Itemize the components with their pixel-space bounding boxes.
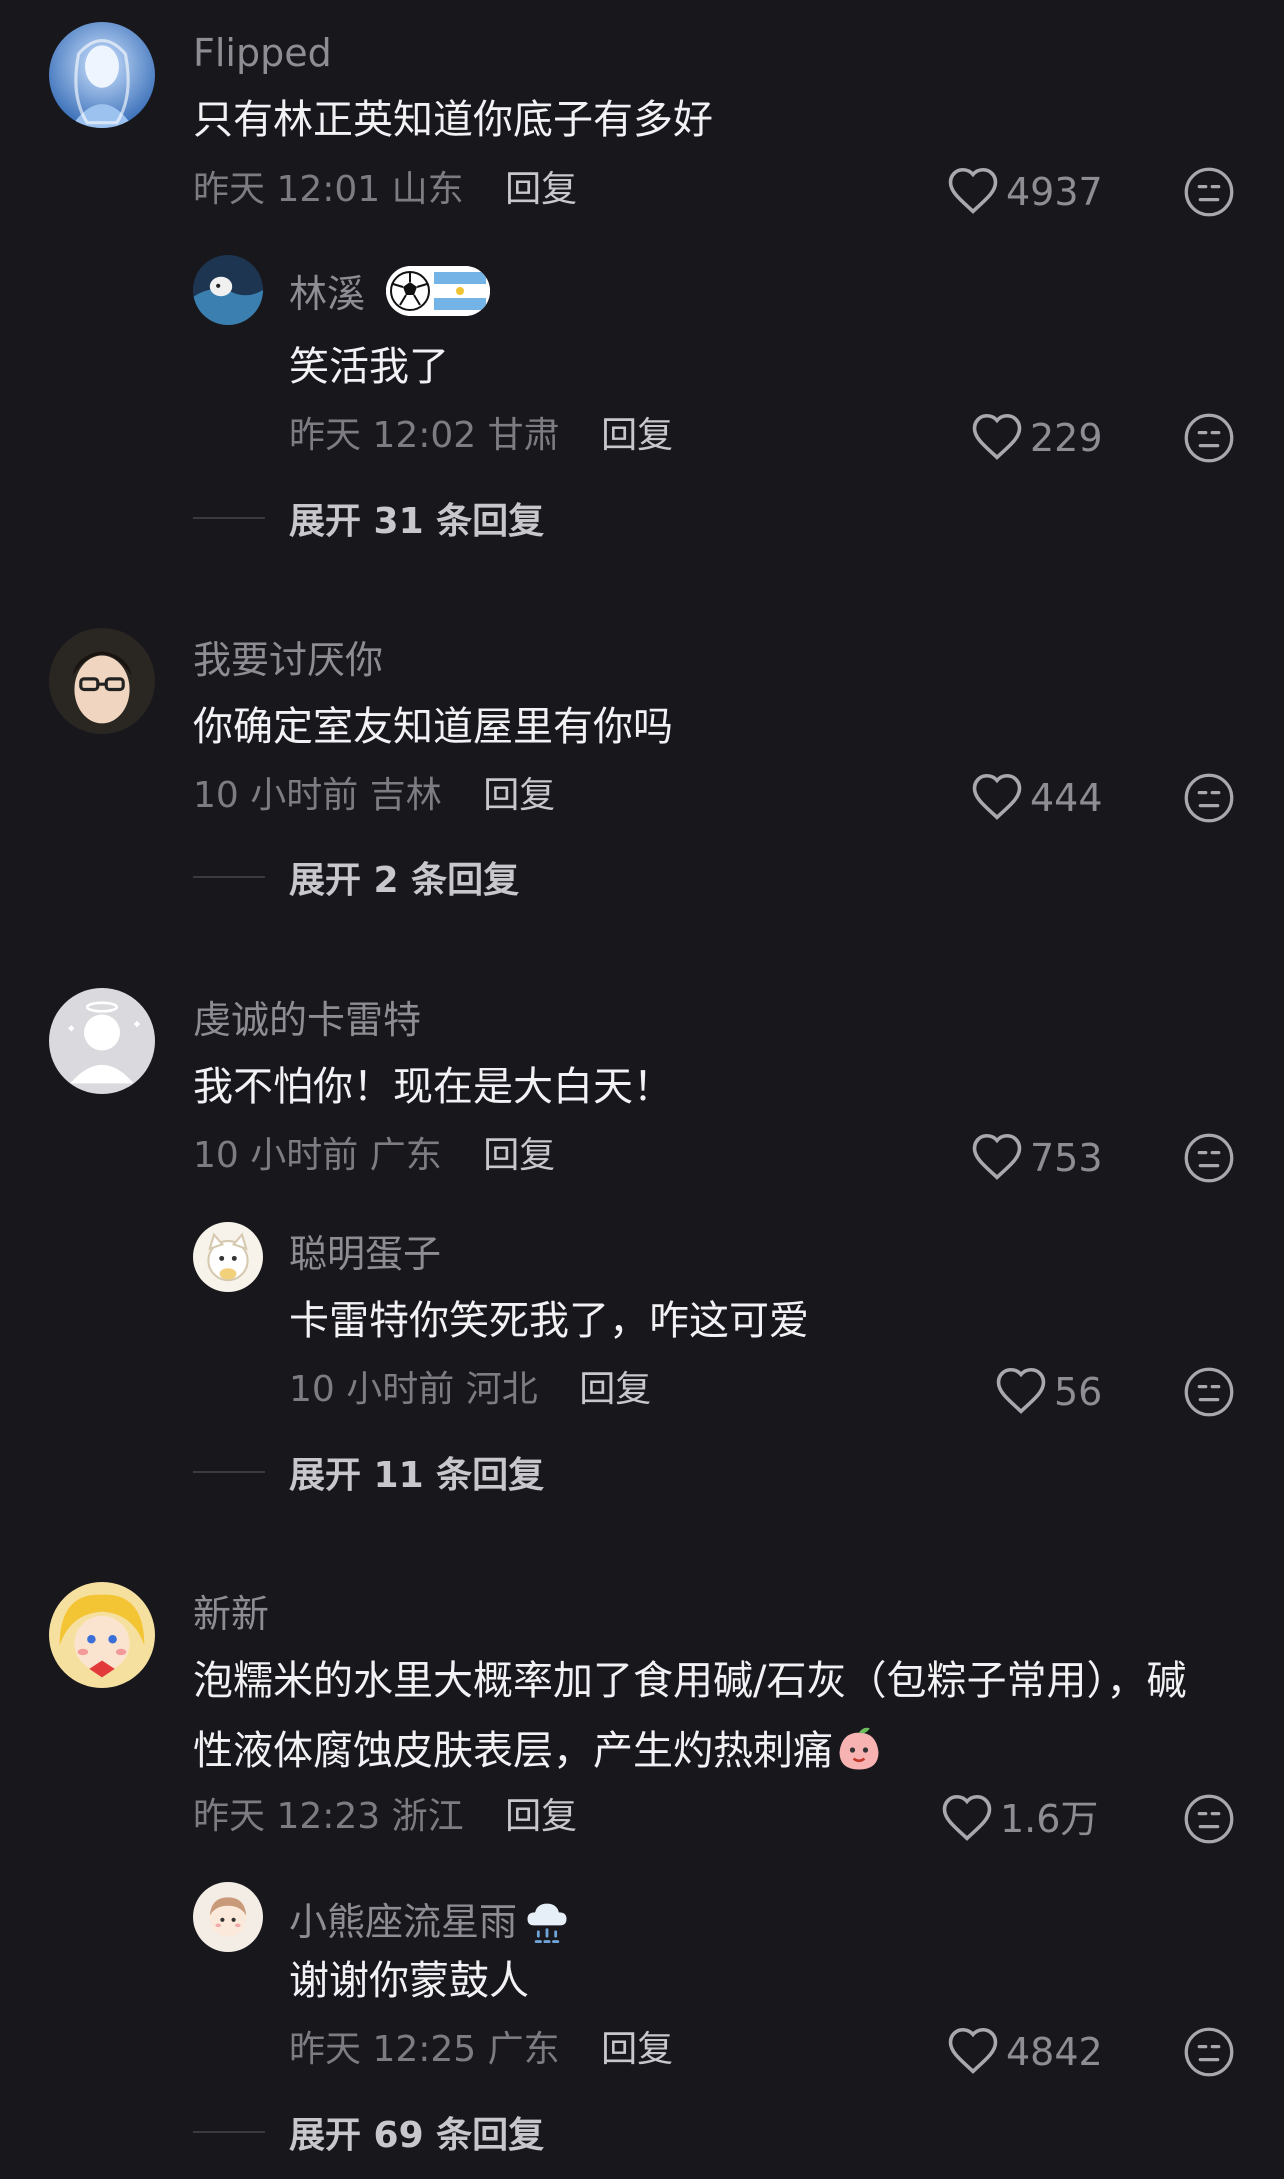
timestamp: 昨天 12:01	[193, 169, 381, 210]
comment-text-line: 性液体腐蚀皮肤表层，产生灼热刺痛	[193, 1716, 1186, 1786]
reply-button[interactable]: 回复	[483, 775, 555, 816]
like-button[interactable]: 56	[994, 1364, 1102, 1420]
comment-meta: 昨天 12:23 浙江 回复	[193, 1799, 577, 1835]
reply-button[interactable]: 回复	[601, 415, 673, 456]
location: 河北	[465, 1369, 538, 1410]
reply-username[interactable]: 林溪	[289, 275, 365, 313]
location: 广东	[487, 2029, 560, 2070]
like-count: 444	[1030, 776, 1103, 820]
expand-label: 展开 11 条回复	[289, 1455, 545, 1496]
location: 甘肃	[487, 415, 560, 456]
heart-outline-icon	[946, 165, 1000, 219]
like-button[interactable]: 1.6万	[940, 1791, 1098, 1847]
reply-meta: 昨天 12:02 甘肃 回复	[289, 418, 673, 454]
divider	[193, 1471, 265, 1473]
meh-face-icon[interactable]	[1183, 1793, 1235, 1845]
timestamp: 昨天 12:02	[289, 415, 477, 456]
reply-button[interactable]: 回复	[483, 1135, 555, 1176]
reply-meta: 昨天 12:25 广东 回复	[289, 2032, 673, 2068]
comment-meta: 10 小时前 广东 回复	[193, 1138, 555, 1174]
like-button[interactable]: 229	[970, 410, 1103, 466]
comment-text: 你确定室友知道屋里有你吗	[193, 704, 673, 750]
timestamp: 10 小时前	[193, 1135, 359, 1176]
expand-label: 展开 2 条回复	[289, 860, 520, 901]
location: 吉林	[369, 775, 442, 816]
heart-outline-icon	[970, 771, 1024, 825]
meh-face-icon[interactable]	[1183, 1132, 1235, 1184]
reply-avatar[interactable]	[193, 255, 263, 325]
snow-cloud-emoji	[521, 1895, 573, 1947]
heart-outline-icon	[970, 1131, 1024, 1185]
timestamp: 昨天 12:23	[193, 1796, 381, 1837]
peach-face-emoji	[833, 1724, 885, 1776]
expand-replies-button[interactable]: 展开 69 条回复	[193, 2112, 544, 2156]
reply-text: 卡雷特你笑死我了，咋这可爱	[289, 1298, 809, 1344]
comment-text: 只有林正英知道你底子有多好	[193, 97, 713, 143]
reply-meta: 10 小时前 河北 回复	[289, 1372, 651, 1408]
reply-text: 谢谢你蒙鼓人	[289, 1958, 529, 2004]
like-count: 4937	[1006, 170, 1103, 214]
avatar[interactable]	[49, 1582, 155, 1688]
location: 广东	[369, 1135, 442, 1176]
divider	[193, 876, 265, 878]
expand-replies-button[interactable]: 展开 31 条回复	[193, 498, 544, 542]
reply-avatar[interactable]	[193, 1222, 263, 1292]
reply-button[interactable]: 回复	[579, 1369, 651, 1410]
username[interactable]: 虔诚的卡雷特	[193, 1001, 421, 1039]
username[interactable]: Flipped	[193, 34, 332, 72]
meh-face-icon[interactable]	[1183, 412, 1235, 464]
comment-text: 我不怕你！现在是大白天！	[193, 1064, 673, 1110]
avatar[interactable]	[49, 22, 155, 128]
username[interactable]: 新新	[193, 1595, 269, 1633]
meh-face-icon[interactable]	[1183, 166, 1235, 218]
reply-avatar[interactable]	[193, 1882, 263, 1952]
comment-meta: 10 小时前 吉林 回复	[193, 778, 555, 814]
reply-button[interactable]: 回复	[505, 169, 577, 210]
like-button[interactable]: 4937	[946, 164, 1103, 220]
timestamp: 10 小时前	[289, 1369, 455, 1410]
reply-text: 笑活我了	[289, 344, 449, 390]
like-button[interactable]: 4842	[946, 2024, 1103, 2080]
meh-face-icon[interactable]	[1183, 1366, 1235, 1418]
heart-outline-icon	[994, 1365, 1048, 1419]
comment-text: 泡糯米的水里大概率加了食用碱/石灰（包粽子常用），碱 性液体腐蚀皮肤表层，产生灼…	[193, 1646, 1186, 1786]
username[interactable]: 我要讨厌你	[193, 641, 383, 679]
divider	[193, 2131, 265, 2133]
reply-username[interactable]: 聪明蛋子	[289, 1235, 441, 1273]
reply-username[interactable]: 小熊座流星雨	[289, 1895, 573, 1947]
meh-face-icon[interactable]	[1183, 2026, 1235, 2078]
expand-replies-button[interactable]: 展开 2 条回复	[193, 857, 519, 901]
reply-button[interactable]: 回复	[505, 1796, 577, 1837]
heart-outline-icon	[970, 411, 1024, 465]
avatar[interactable]	[49, 988, 155, 1094]
avatar[interactable]	[49, 628, 155, 734]
comment-list: Flipped 只有林正英知道你底子有多好 昨天 12:01 山东 回复 493…	[0, 0, 1284, 2179]
location: 山东	[391, 169, 464, 210]
timestamp: 10 小时前	[193, 775, 359, 816]
timestamp: 昨天 12:25	[289, 2029, 477, 2070]
expand-label: 展开 69 条回复	[289, 2115, 545, 2156]
like-count: 753	[1030, 1136, 1103, 1180]
football-argentina-badge	[386, 266, 490, 316]
comment-meta: 昨天 12:01 山东 回复	[193, 172, 577, 208]
reply-button[interactable]: 回复	[601, 2029, 673, 2070]
expand-label: 展开 31 条回复	[289, 501, 545, 542]
expand-replies-button[interactable]: 展开 11 条回复	[193, 1452, 544, 1496]
comment-text-line: 泡糯米的水里大概率加了食用碱/石灰（包粽子常用），碱	[193, 1658, 1187, 1704]
like-count: 1.6万	[1000, 1797, 1099, 1841]
like-count: 229	[1030, 416, 1103, 460]
like-button[interactable]: 753	[970, 1130, 1103, 1186]
divider	[193, 517, 265, 519]
meh-face-icon[interactable]	[1183, 772, 1235, 824]
location: 浙江	[391, 1796, 464, 1837]
heart-outline-icon	[946, 2025, 1000, 2079]
heart-outline-icon	[940, 1792, 994, 1846]
like-count: 4842	[1006, 2030, 1103, 2074]
like-count: 56	[1054, 1370, 1103, 1414]
like-button[interactable]: 444	[970, 770, 1103, 826]
